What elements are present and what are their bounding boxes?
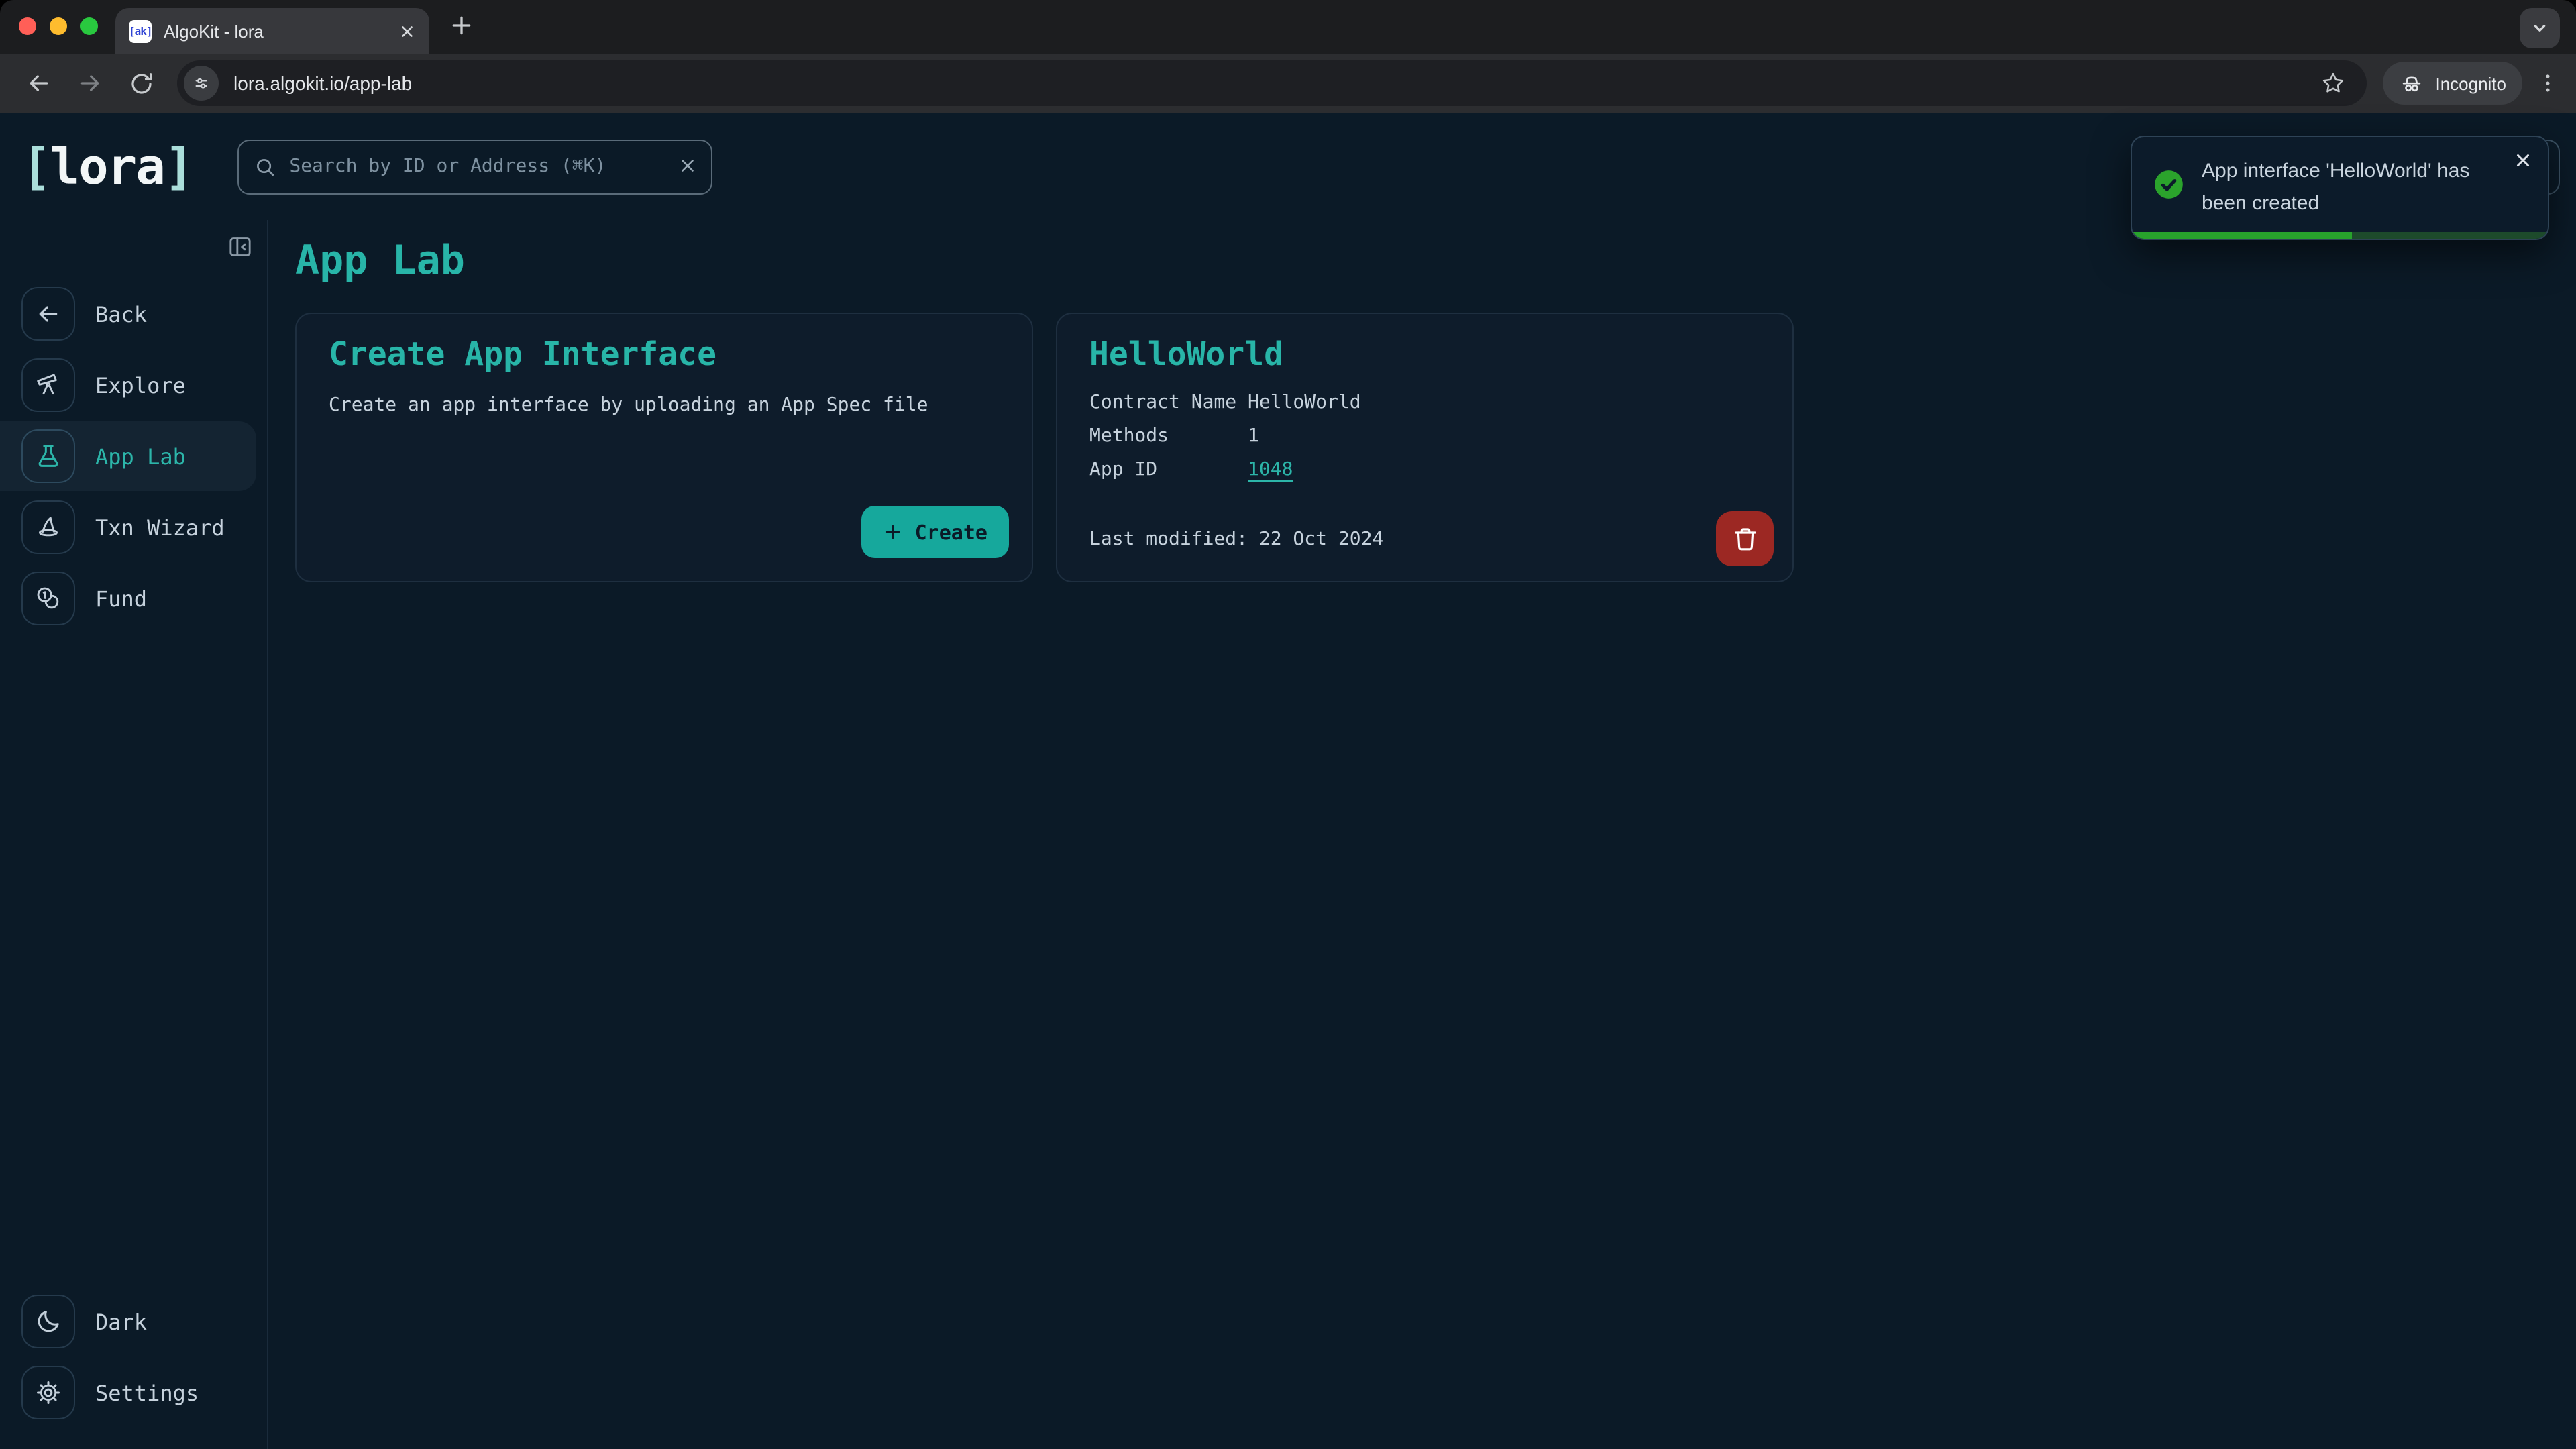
create-button-label: Create bbox=[915, 520, 987, 544]
arrow-left-icon bbox=[21, 287, 75, 341]
plus-icon bbox=[883, 522, 903, 542]
sidebar-nav: Back Explore App Lab bbox=[0, 287, 267, 625]
sidebar-item-label: Txn Wizard bbox=[95, 515, 225, 540]
row-value: HelloWorld bbox=[1248, 392, 1361, 413]
app-body: Back Explore App Lab bbox=[0, 220, 2576, 1449]
toast-close-icon[interactable] bbox=[2513, 150, 2533, 170]
logo-bracket-left: [ bbox=[21, 138, 50, 195]
card-title: HelloWorld bbox=[1089, 335, 1760, 373]
row-value: 1 bbox=[1248, 425, 1259, 447]
page-title: App Lab bbox=[295, 239, 2576, 283]
browser-window: [ak] AlgoKit - lora lora.algokit.io/a bbox=[0, 0, 2576, 1449]
sidebar-item-txn-wizard[interactable]: Txn Wizard bbox=[0, 500, 267, 554]
logo-bracket-right: ] bbox=[164, 138, 193, 195]
row-label: Contract Name bbox=[1089, 392, 1248, 413]
card-description: Create an app interface by uploading an … bbox=[329, 393, 1000, 417]
tab-title: AlgoKit - lora bbox=[164, 21, 386, 41]
card-footer: Last modified: 22 Oct 2024 bbox=[1089, 511, 1774, 566]
main-content: App Lab Create App Interface Create an a… bbox=[268, 220, 2576, 1449]
browser-forward-button[interactable] bbox=[70, 63, 110, 103]
new-tab-button[interactable] bbox=[448, 12, 475, 39]
sidebar-item-theme-toggle[interactable]: Dark bbox=[0, 1295, 267, 1348]
toast-notification: App interface 'HelloWorld' has been crea… bbox=[2131, 136, 2549, 240]
tab-close-icon[interactable] bbox=[398, 22, 416, 40]
address-bar[interactable]: lora.algokit.io/app-lab bbox=[177, 60, 2367, 106]
sidebar-item-label: Settings bbox=[95, 1380, 199, 1405]
app-id-link[interactable]: 1048 bbox=[1248, 459, 1293, 480]
incognito-icon bbox=[2399, 70, 2424, 96]
browser-back-button[interactable] bbox=[19, 63, 59, 103]
maximize-window-button[interactable] bbox=[80, 17, 98, 35]
methods-row: Methods 1 bbox=[1089, 425, 1760, 447]
sidebar-item-label: Dark bbox=[95, 1309, 147, 1334]
screen: [ak] AlgoKit - lora lora.algokit.io/a bbox=[0, 0, 2576, 1449]
close-window-button[interactable] bbox=[19, 17, 36, 35]
toast-progress-track bbox=[2132, 232, 2548, 239]
app-id-row: App ID 1048 bbox=[1089, 459, 1760, 480]
sidebar-item-label: App Lab bbox=[95, 443, 186, 469]
browser-reload-button[interactable] bbox=[121, 63, 161, 103]
trash-icon bbox=[1731, 525, 1758, 552]
create-button[interactable]: Create bbox=[861, 506, 1009, 558]
sidebar-item-settings[interactable]: Settings bbox=[0, 1366, 267, 1419]
sidebar-item-label: Fund bbox=[95, 586, 147, 611]
logo-text: lora bbox=[50, 138, 164, 195]
sidebar-footer: Dark Settings bbox=[0, 1295, 267, 1449]
browser-toolbar: lora.algokit.io/app-lab Incognito bbox=[0, 54, 2576, 113]
site-settings-icon[interactable] bbox=[184, 66, 219, 101]
moon-icon bbox=[21, 1295, 75, 1348]
cards-row: Create App Interface Create an app inter… bbox=[295, 313, 2576, 582]
sidebar-collapse-button[interactable] bbox=[227, 233, 254, 260]
url-text: lora.algokit.io/app-lab bbox=[233, 72, 2321, 94]
app-info-rows: Contract Name HelloWorld Methods 1 App I… bbox=[1089, 392, 1760, 480]
search-clear-icon[interactable] bbox=[677, 155, 697, 175]
contract-name-row: Contract Name HelloWorld bbox=[1089, 392, 1760, 413]
create-app-interface-card: Create App Interface Create an app inter… bbox=[295, 313, 1033, 582]
flask-icon bbox=[21, 429, 75, 483]
sidebar-item-label: Back bbox=[95, 301, 147, 327]
search-icon bbox=[253, 155, 276, 178]
panel-collapse-icon bbox=[227, 233, 254, 260]
telescope-icon bbox=[21, 358, 75, 412]
row-label: Methods bbox=[1089, 425, 1248, 447]
wizard-hat-icon bbox=[21, 500, 75, 554]
global-search bbox=[237, 139, 712, 194]
gear-icon bbox=[21, 1366, 75, 1419]
sidebar-item-fund[interactable]: Fund bbox=[0, 572, 267, 625]
lora-logo[interactable]: [lora] bbox=[21, 138, 193, 195]
bookmark-star-icon[interactable] bbox=[2321, 71, 2345, 95]
minimize-window-button[interactable] bbox=[50, 17, 67, 35]
window-controls bbox=[19, 17, 98, 35]
tab-strip: [ak] AlgoKit - lora bbox=[0, 0, 2576, 54]
success-check-icon bbox=[2152, 168, 2186, 220]
site-favicon: [ak] bbox=[129, 19, 152, 42]
toast-message: App interface 'HelloWorld' has been crea… bbox=[2202, 156, 2505, 220]
search-input[interactable] bbox=[237, 139, 712, 194]
incognito-label: Incognito bbox=[2435, 73, 2506, 93]
sidebar-item-back[interactable]: Back bbox=[0, 287, 267, 341]
delete-app-button[interactable] bbox=[1716, 511, 1774, 566]
toast-body: App interface 'HelloWorld' has been crea… bbox=[2132, 137, 2548, 220]
sidebar: Back Explore App Lab bbox=[0, 220, 268, 1449]
browser-menu-button[interactable] bbox=[2536, 71, 2560, 95]
sidebar-item-explore[interactable]: Explore bbox=[0, 358, 267, 412]
coins-icon bbox=[21, 572, 75, 625]
lora-app: [lora] App interface 'HelloWorld' has be… bbox=[0, 113, 2576, 1449]
chevron-down-icon bbox=[2529, 17, 2551, 39]
card-title: Create App Interface bbox=[329, 335, 1000, 373]
app-interface-card[interactable]: HelloWorld Contract Name HelloWorld Meth… bbox=[1056, 313, 1794, 582]
browser-tab[interactable]: [ak] AlgoKit - lora bbox=[115, 8, 429, 54]
row-label: App ID bbox=[1089, 459, 1248, 480]
sidebar-item-label: Explore bbox=[95, 372, 186, 398]
sidebar-item-app-lab[interactable]: App Lab bbox=[0, 421, 256, 491]
toast-progress-bar bbox=[2132, 232, 2353, 239]
window-chevron-button[interactable] bbox=[2520, 8, 2560, 48]
incognito-badge: Incognito bbox=[2383, 62, 2522, 105]
last-modified-text: Last modified: 22 Oct 2024 bbox=[1089, 528, 1383, 549]
